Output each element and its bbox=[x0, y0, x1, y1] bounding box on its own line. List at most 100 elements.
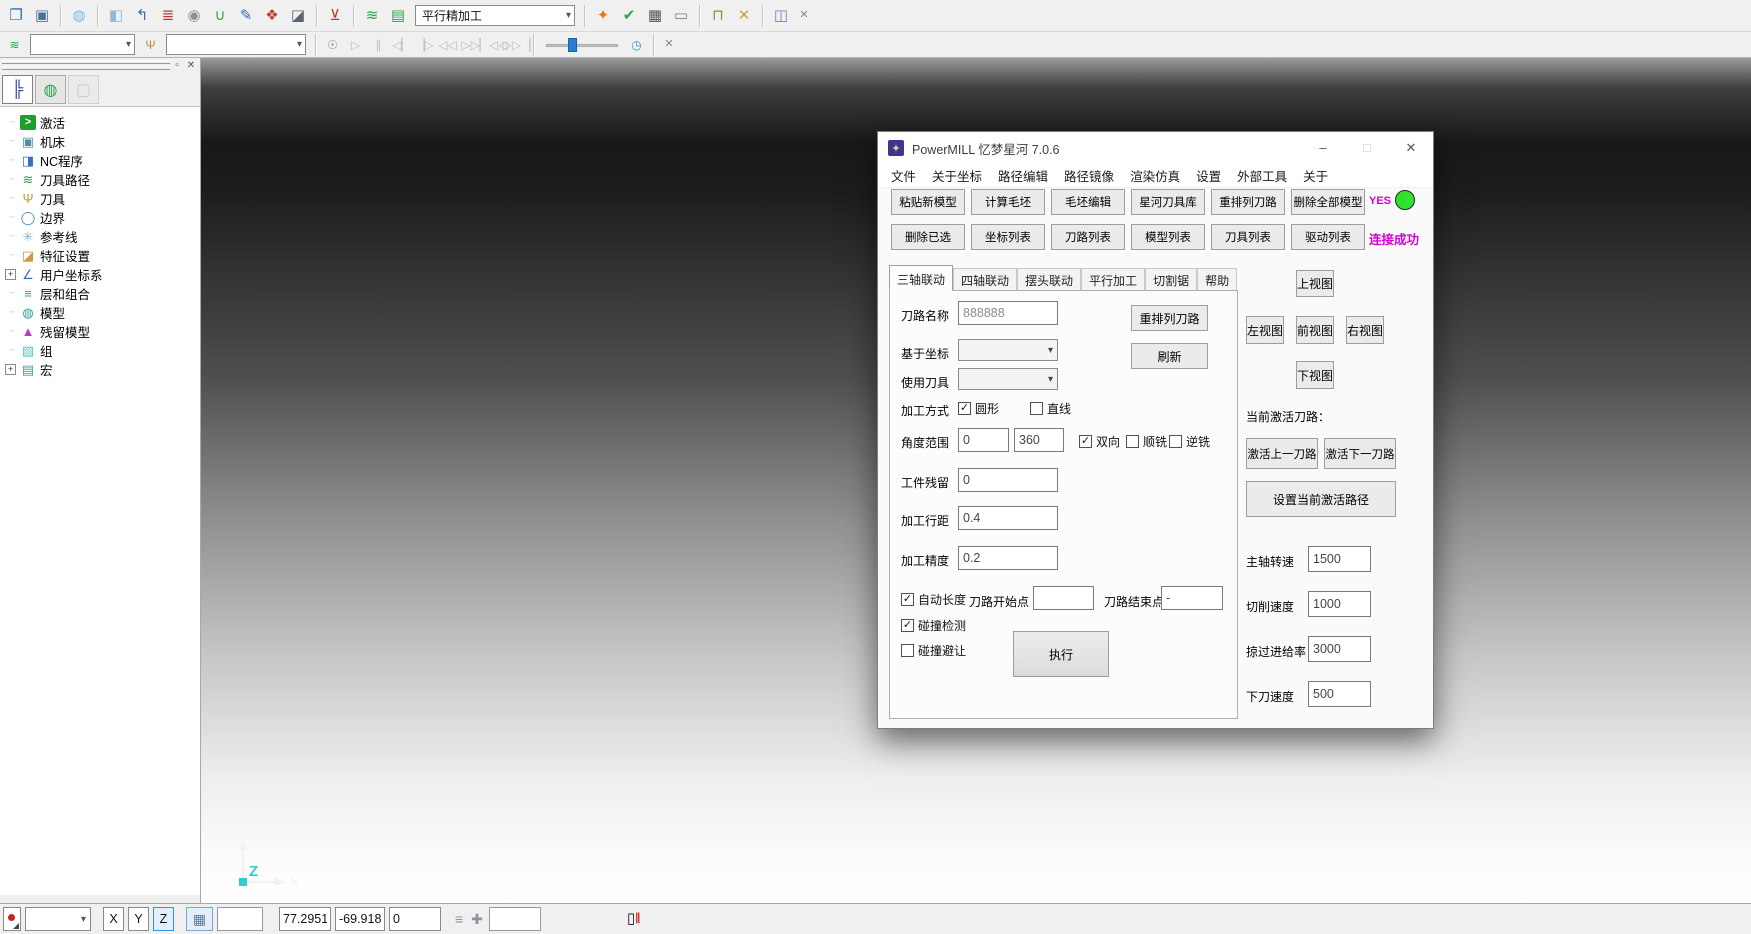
collision-check-checkbox[interactable]: 碰撞检测 bbox=[901, 617, 966, 634]
action-row2-button-5[interactable]: 驱动列表 bbox=[1291, 224, 1365, 250]
view-right-button[interactable]: 右视图 bbox=[1346, 316, 1384, 344]
toolpath-icon[interactable]: ≋ bbox=[360, 4, 384, 28]
expand-icon[interactable]: + bbox=[5, 269, 16, 280]
circle-checkbox[interactable]: 圆形 bbox=[958, 400, 999, 417]
rapid-move-heights-icon[interactable]: ↰ bbox=[130, 4, 154, 28]
step-forward-icon[interactable]: ▕▷ bbox=[414, 35, 435, 55]
toolpath-combo[interactable]: ▾ bbox=[30, 34, 135, 55]
action-row1-button-4[interactable]: 重排列刀路 bbox=[1211, 189, 1285, 215]
set-active-path-button[interactable]: 设置当前激活路径 bbox=[1246, 481, 1396, 517]
menu-item-0[interactable]: 文件 bbox=[883, 166, 924, 185]
play-icon[interactable]: ▷ bbox=[345, 35, 366, 55]
action-row2-button-1[interactable]: 坐标列表 bbox=[971, 224, 1045, 250]
swap-axes-icon[interactable]: ✕ bbox=[732, 4, 756, 28]
tool-mount-icon[interactable]: ◉ bbox=[182, 4, 206, 28]
axis-y-button[interactable]: Y bbox=[128, 907, 149, 931]
panel-close-icon[interactable]: ✕ bbox=[185, 60, 197, 71]
refresh-button[interactable]: 刷新 bbox=[1131, 343, 1208, 369]
menu-item-5[interactable]: 设置 bbox=[1188, 166, 1229, 185]
coord-z-field[interactable] bbox=[389, 907, 441, 931]
close-button[interactable]: ✕ bbox=[1389, 132, 1433, 163]
tool-pair-icon[interactable]: ⊓ bbox=[706, 4, 730, 28]
cylinders-icon[interactable]: ◫ bbox=[769, 4, 793, 28]
activate-next-button[interactable]: 激活下一刀路 bbox=[1324, 438, 1396, 469]
menu-item-4[interactable]: 渲染仿真 bbox=[1122, 166, 1188, 185]
boundary-icon[interactable]: ∪ bbox=[208, 4, 232, 28]
go-start-icon[interactable]: ▏◁◁ bbox=[483, 35, 504, 55]
tree-item[interactable]: ┄▲残留模型 bbox=[0, 322, 200, 341]
coordinate-list-icon[interactable]: ≡ bbox=[453, 911, 465, 927]
plunge-speed-input[interactable] bbox=[1308, 681, 1371, 707]
drilling-icon[interactable]: ⊻ bbox=[323, 4, 347, 28]
axis-jack-icon[interactable]: ✚ bbox=[469, 911, 485, 928]
angle-to-input[interactable] bbox=[1014, 428, 1064, 452]
spindle-speed-input[interactable] bbox=[1308, 546, 1371, 572]
axis-z-button[interactable]: Z bbox=[153, 907, 174, 931]
globe-tab[interactable]: ◍ bbox=[35, 75, 66, 104]
tree-item[interactable]: ┄≋刀具路径 bbox=[0, 170, 200, 189]
conventional-checkbox[interactable]: 逆铣 bbox=[1169, 433, 1210, 450]
base-coord-combo[interactable]: ▾ bbox=[958, 339, 1058, 361]
view-front-button[interactable]: 前视图 bbox=[1296, 316, 1334, 344]
action-row1-button-0[interactable]: 粘贴新模型 bbox=[891, 189, 965, 215]
stepover-input[interactable] bbox=[958, 506, 1058, 530]
action-row2-button-0[interactable]: 删除已选 bbox=[891, 224, 965, 250]
climb-checkbox[interactable]: 顺铣 bbox=[1126, 433, 1167, 450]
fast-forward-icon[interactable]: ▷▷ bbox=[460, 35, 481, 55]
clock-icon[interactable]: ◷ bbox=[626, 35, 647, 55]
view-bottom-button[interactable]: 下视图 bbox=[1296, 361, 1334, 389]
grid-snap-button[interactable]: ▦ bbox=[186, 907, 213, 931]
tab-摆头联动[interactable]: 摆头联动 bbox=[1017, 268, 1081, 291]
feature-set-icon[interactable]: ◪ bbox=[286, 4, 310, 28]
tree-item[interactable]: ┄≡层和组合 bbox=[0, 284, 200, 303]
end-point-input[interactable] bbox=[1161, 586, 1223, 610]
action-row1-button-3[interactable]: 星河刀具库 bbox=[1131, 189, 1205, 215]
light-icon[interactable]: ☉ bbox=[322, 35, 343, 55]
use-tool-combo[interactable]: ▾ bbox=[958, 368, 1058, 390]
menu-item-1[interactable]: 关于坐标 bbox=[924, 166, 990, 185]
stock-remain-input[interactable] bbox=[958, 468, 1058, 492]
view-left-button[interactable]: 左视图 bbox=[1246, 316, 1284, 344]
calculator-icon[interactable]: ▦ bbox=[643, 4, 667, 28]
slider-handle[interactable] bbox=[568, 38, 577, 52]
tree-item[interactable]: ┄>激活 bbox=[0, 113, 200, 132]
bidirectional-checkbox[interactable]: 双向 bbox=[1079, 433, 1120, 450]
close-toolbar-icon[interactable]: ✕ bbox=[795, 4, 813, 28]
menu-item-2[interactable]: 路径编辑 bbox=[990, 166, 1056, 185]
explorer-tree-tab[interactable]: ╠ bbox=[2, 75, 33, 104]
tree-item[interactable]: ┄◨NC程序 bbox=[0, 151, 200, 170]
panel-grip[interactable] bbox=[2, 66, 170, 70]
start-point-input[interactable] bbox=[1033, 586, 1094, 610]
toolpath-name-input[interactable] bbox=[958, 301, 1058, 325]
strategy-combo[interactable]: 平行精加工▾ bbox=[415, 5, 575, 26]
go-end-icon[interactable]: ▷▷▕ bbox=[506, 35, 527, 55]
ruler-icon[interactable]: ▭ bbox=[669, 4, 693, 28]
tab-帮助[interactable]: 帮助 bbox=[1197, 268, 1237, 291]
tree-item[interactable]: +∠用户坐标系 bbox=[0, 265, 200, 284]
block-icon[interactable]: ◧ bbox=[104, 4, 128, 28]
step-back-icon[interactable]: ◁▏ bbox=[391, 35, 412, 55]
auto-length-checkbox[interactable]: 自动长度 bbox=[901, 591, 966, 608]
view-top-button[interactable]: 上视图 bbox=[1296, 270, 1334, 297]
activate-prev-button[interactable]: 激活上一刀路 bbox=[1246, 438, 1318, 469]
coord-y-field[interactable] bbox=[335, 907, 385, 931]
menu-item-6[interactable]: 外部工具 bbox=[1229, 166, 1295, 185]
coord-x-field[interactable] bbox=[279, 907, 331, 931]
tree-item[interactable]: ┄◪特征设置 bbox=[0, 246, 200, 265]
tab-切割锯[interactable]: 切割锯 bbox=[1145, 268, 1197, 291]
rearrange-toolpath-button[interactable]: 重排列刀路 bbox=[1131, 305, 1208, 331]
action-row2-button-4[interactable]: 刀具列表 bbox=[1211, 224, 1285, 250]
simulate-check-icon[interactable]: ✔ bbox=[617, 4, 641, 28]
start-point-icon[interactable]: ≣ bbox=[156, 4, 180, 28]
line-checkbox[interactable]: 直线 bbox=[1030, 400, 1071, 417]
axis-x-button[interactable]: X bbox=[103, 907, 124, 931]
tree-item[interactable]: ┄▧组 bbox=[0, 341, 200, 360]
tree-item[interactable]: ┄Ψ刀具 bbox=[0, 189, 200, 208]
tree-item[interactable]: ┄◯边界 bbox=[0, 208, 200, 227]
menu-item-3[interactable]: 路径镜像 bbox=[1056, 166, 1122, 185]
menu-item-7[interactable]: 关于 bbox=[1295, 166, 1336, 185]
dialog-titlebar[interactable]: ✦ PowerMILL 忆梦星河 7.0.6 – □ ✕ bbox=[878, 132, 1433, 164]
skim-feed-input[interactable] bbox=[1308, 636, 1371, 662]
minimize-button[interactable]: – bbox=[1301, 132, 1345, 163]
execute-button[interactable]: 执行 bbox=[1013, 631, 1109, 677]
